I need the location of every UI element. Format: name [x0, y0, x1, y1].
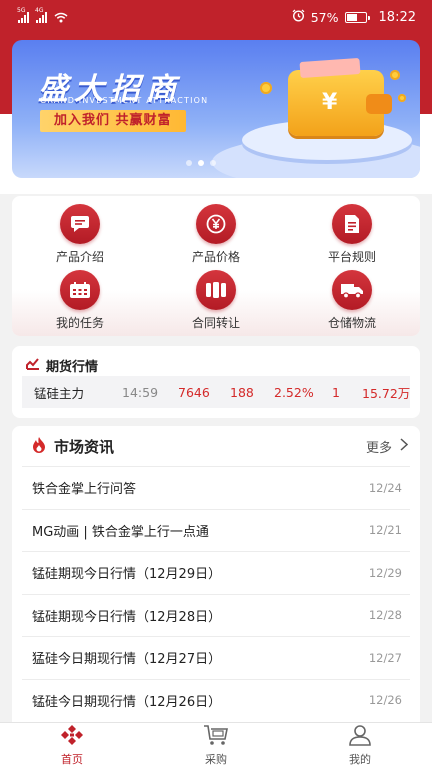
futures-contract-name: 锰硅主力 [34, 385, 85, 401]
cart-icon [203, 724, 229, 749]
news-item[interactable]: 锰硅期现今日行情（12月29日） 12/29 [22, 551, 410, 594]
banner-subtitle: GRAND INVESTMENT ATTRACTION [40, 96, 209, 105]
futures-title: 期货行情 [46, 360, 99, 375]
nav-label: 首页 [61, 753, 83, 766]
nav-profile[interactable]: 我的 [300, 723, 420, 768]
news-item-date: 12/28 [368, 608, 402, 623]
menu-label: 平台规则 [327, 250, 376, 264]
menu-product-price[interactable]: 产品价格 [148, 204, 284, 266]
menu-label: 仓储物流 [327, 316, 376, 330]
futures-time: 14:59 [122, 384, 159, 400]
menu-label: 合同转让 [191, 316, 240, 330]
news-item-date: 12/21 [368, 523, 402, 538]
news-list: 铁合金掌上行问答 12/24 MG动画 | 铁合金掌上行一点通 12/21 锰硅期现… [12, 466, 420, 721]
news-item-title: 猛硅今日期现行情（12月27日） [32, 652, 222, 668]
more-news-link[interactable]: 更多 [365, 437, 409, 456]
user-icon [348, 724, 372, 749]
coin-icon [398, 94, 406, 102]
futures-row[interactable]: 锰硅主力 14:59 7646 188 2.52% 1 15.72万 [22, 376, 410, 408]
menu-label: 产品介绍 [55, 250, 104, 264]
news-item-title: 锰硅期现今日行情（12月29日） [32, 567, 222, 583]
banner-pagination [186, 160, 216, 166]
chevron-right-icon [400, 437, 409, 455]
news-item[interactable]: 锰硅今日期现行情（12月26日） 12/26 [22, 678, 410, 722]
news-item-date: 12/26 [368, 693, 402, 708]
menu-label: 产品价格 [191, 250, 240, 264]
futures-volume: 1 [332, 384, 340, 400]
news-item-title: 锰硅期现今日行情（12月28日） [32, 609, 222, 625]
news-item-date: 12/27 [368, 650, 402, 665]
flame-icon [32, 436, 46, 457]
menu-warehouse-logistics[interactable]: 仓储物流 [284, 270, 420, 332]
futures-percent: 2.52% [274, 384, 314, 400]
function-menu: 产品介绍 产品价格 平台规则 我的任务 合同转让 仓储物流 [12, 196, 420, 336]
banner-slogan: 加入我们 共赢财富 [40, 110, 186, 132]
news-item-title: 锰硅今日期现行情（12月26日） [32, 694, 222, 710]
task-list-icon [60, 270, 100, 310]
bottom-nav: 首页 采购 我的 [0, 722, 432, 768]
coin-icon [260, 82, 272, 94]
news-item-date: 12/24 [368, 480, 402, 495]
nav-label: 采购 [205, 753, 227, 766]
menu-platform-rules[interactable]: 平台规则 [284, 204, 420, 266]
menu-contract-transfer[interactable]: 合同转让 [148, 270, 284, 332]
futures-amount: 15.72万 [362, 385, 411, 401]
clock: 18:22 [378, 9, 416, 25]
nav-label: 我的 [349, 753, 371, 766]
menu-my-tasks[interactable]: 我的任务 [12, 270, 148, 332]
pagination-dot[interactable] [210, 160, 216, 166]
news-item[interactable]: 铁合金掌上行问答 12/24 [22, 466, 410, 509]
nav-purchase[interactable]: 采购 [156, 723, 276, 768]
pagination-dot[interactable] [198, 160, 204, 166]
home-logo-icon [60, 724, 84, 749]
news-section-title: 市场资讯 [54, 437, 115, 456]
nav-home[interactable]: 首页 [12, 723, 132, 768]
contract-icon [196, 270, 236, 310]
news-item[interactable]: MG动画 | 铁合金掌上行一点通 12/21 [22, 508, 410, 552]
battery-icon [344, 11, 370, 23]
news-item-title: MG动画 | 铁合金掌上行一点通 [32, 524, 209, 540]
futures-card: 期货行情 锰硅主力 14:59 7646 188 2.52% 1 15.72万 [12, 346, 420, 418]
news-item[interactable]: 猛硅今日期现行情（12月27日） 12/27 [22, 636, 410, 679]
news-item[interactable]: 锰硅期现今日行情（12月28日） 12/28 [22, 593, 410, 637]
sim2-signal-icon: 4G [35, 7, 47, 23]
sim1-signal-icon: 5G [17, 7, 29, 23]
alarm-icon [292, 9, 305, 25]
menu-label: 我的任务 [55, 316, 104, 330]
news-item-date: 12/29 [368, 565, 402, 580]
menu-product-intro[interactable]: 产品介绍 [12, 204, 148, 266]
coin-icon [390, 70, 400, 80]
wifi-icon [54, 12, 68, 23]
futures-change: 188 [230, 384, 254, 400]
trend-chart-icon [26, 357, 40, 374]
pagination-dot[interactable] [186, 160, 192, 166]
promo-banner[interactable]: 盛大招商 GRAND INVESTMENT ATTRACTION 加入我们 共赢… [12, 40, 420, 178]
wallet-icon: ¥ [288, 57, 392, 136]
more-label: 更多 [365, 440, 392, 456]
document-icon [332, 204, 372, 244]
futures-price: 7646 [178, 384, 210, 400]
market-news-card: 市场资讯 更多 铁合金掌上行问答 12/24 MG动画 | 铁合金掌上行一点通 12… [12, 426, 420, 726]
news-item-title: 铁合金掌上行问答 [32, 482, 137, 498]
chat-bubble-icon [60, 204, 100, 244]
yen-coin-icon [196, 204, 236, 244]
truck-icon [332, 270, 372, 310]
status-bar: 5G 4G 57% 18:22 [0, 0, 432, 34]
battery-percent: 57% [310, 9, 339, 25]
